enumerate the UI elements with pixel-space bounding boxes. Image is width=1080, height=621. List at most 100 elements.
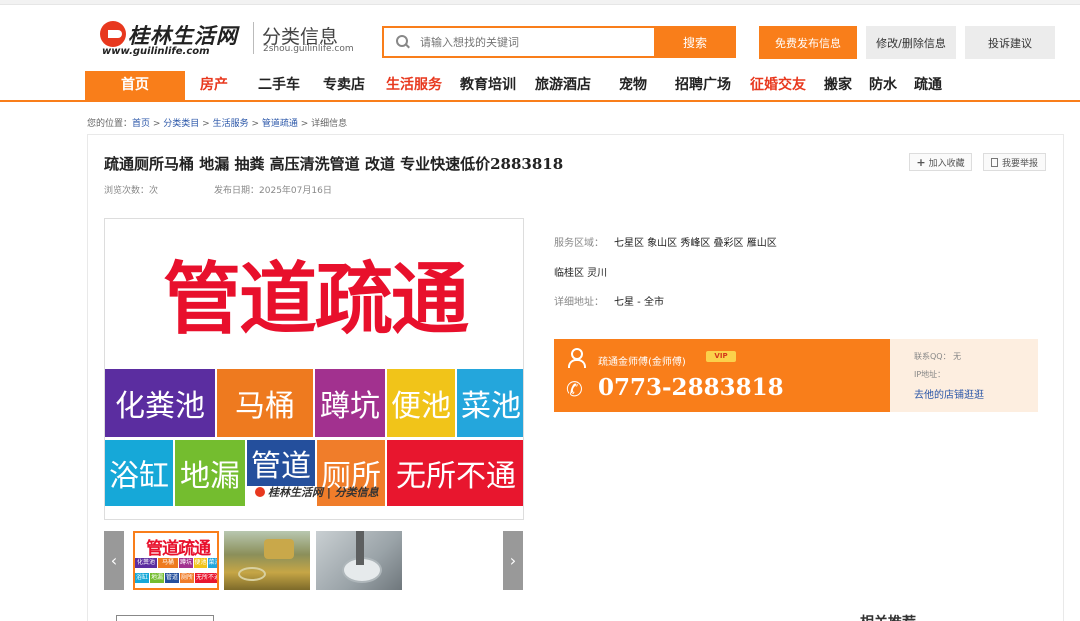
date-value: 2025年07月16日 (259, 186, 332, 196)
contact-name: 疏通金师傅(金师傅) (598, 357, 686, 368)
thumb-mini-tile: 便池 (194, 558, 207, 568)
nav-item-home[interactable]: 首页 (85, 71, 185, 100)
contact-phone[interactable]: 0773-2883818 (598, 374, 784, 401)
main-image[interactable]: 管道疏通 化粪池 马桶 蹲坑 便池 菜池 浴缸 地漏 管道 厕所 无所不通 桂林… (104, 218, 524, 520)
nav-item-realestate[interactable]: 房产 (200, 71, 228, 100)
service-area-label: 服务区域： (554, 238, 604, 249)
nav-item-travel[interactable]: 旅游酒店 (535, 71, 591, 100)
complaint-button[interactable]: 投诉建议 (965, 26, 1055, 59)
breadcrumb-prefix: 您的位置： (87, 119, 133, 129)
ip-label: IP地址： (914, 370, 946, 379)
publish-button[interactable]: 免费发布信息 (759, 26, 857, 59)
qq-row: 联系QQ： 无 (914, 351, 961, 362)
nav-item-dating[interactable]: 征婚交友 (750, 71, 806, 100)
service-area-value-2: 临桂区 灵川 (554, 268, 608, 279)
thumb-mini-tile: 厕所 (180, 573, 194, 583)
plus-icon: + (916, 155, 926, 169)
nav-item-life-service[interactable]: 生活服务 (386, 71, 442, 100)
hose-shape (238, 567, 266, 581)
contact-box: 疏通金师傅(金师傅) VIP ✆ 0773-2883818 (554, 339, 890, 412)
thumb-mini-tile: 浴缸 (135, 573, 149, 583)
nav-item-jobs[interactable]: 招聘广场 (675, 71, 731, 100)
post-title: 疏通厕所马桶 地漏 抽粪 高压清洗管道 改道 专业快速低价2883818 (104, 155, 564, 173)
breadcrumb-life-service[interactable]: 生活服务 (213, 119, 249, 129)
image-headline: 管道疏通 (162, 255, 469, 345)
nav-item-store[interactable]: 专卖店 (323, 71, 365, 100)
service-area-row-2: 临桂区 灵川 (554, 264, 607, 279)
logo-divider (253, 22, 254, 54)
breadcrumb: 您的位置：首页 > 分类类目 > 生活服务 > 管道疏通 > 详细信息 (87, 116, 347, 129)
thumb-prev-button[interactable]: ‹ (104, 531, 124, 590)
logo-domain: www.guilinlife.com (102, 46, 210, 57)
thumbnail-2[interactable] (224, 531, 310, 590)
service-area-value: 七星区 象山区 秀峰区 叠彩区 雁山区 (614, 238, 777, 249)
thumb-mini-tile: 管道 (165, 573, 179, 583)
breadcrumb-current: 详细信息 (311, 119, 348, 129)
thumb-mini-tile: 蹲坑 (179, 558, 193, 568)
breadcrumb-separator: > (297, 119, 312, 129)
thumb-mini-tile: 化粪池 (135, 558, 157, 568)
search-input[interactable] (420, 35, 640, 49)
add-favorite-button[interactable]: + 加入收藏 (909, 153, 972, 171)
qq-value: 无 (953, 352, 962, 361)
thumb-headline: 管道疏通 (146, 539, 211, 559)
breadcrumb-category[interactable]: 分类类目 (163, 119, 199, 129)
nav-item-unclog[interactable]: 疏通 (914, 71, 942, 100)
image-tile: 浴缸 (105, 440, 173, 506)
address-row: 详细地址： 七星 - 全市 (554, 293, 664, 308)
search-button[interactable]: 搜索 (654, 26, 736, 58)
breadcrumb-separator: > (150, 119, 164, 129)
address-value: 七星 - 全市 (614, 297, 664, 308)
thumb-next-button[interactable]: › (503, 531, 523, 590)
thumb-mini-tile: 地漏 (150, 573, 164, 583)
thumb-mini-tile: 菜池 (208, 558, 217, 568)
breadcrumb-pipe-unclog[interactable]: 管道疏通 (262, 119, 298, 129)
thumb-mini-tile: 无所不通 (195, 573, 219, 583)
service-area-row: 服务区域： 七星区 象山区 秀峰区 叠彩区 雁山区 (554, 234, 777, 249)
nav-item-moving[interactable]: 搬家 (824, 71, 852, 100)
thumb-mini-tile: 马桶 (158, 558, 178, 568)
qq-label: 联系QQ： (914, 352, 951, 361)
nav-item-used-car[interactable]: 二手车 (258, 71, 300, 100)
image-watermark: 桂林生活网 | 分类信息 (255, 484, 379, 500)
logo-mark-icon (100, 21, 126, 47)
site-logo[interactable]: 桂林生活网 www.guilinlife.com (100, 18, 250, 57)
favorite-label: 加入收藏 (928, 158, 965, 169)
nav-item-pets[interactable]: 宠物 (619, 71, 647, 100)
shop-link[interactable]: 去他的店铺逛逛 (914, 386, 984, 401)
edit-delete-button[interactable]: 修改/删除信息 (866, 26, 956, 59)
breadcrumb-separator: > (248, 119, 262, 129)
truck-shape (264, 539, 294, 559)
nav-item-waterproof[interactable]: 防水 (869, 71, 897, 100)
search-icon (396, 35, 410, 49)
views-count: 浏览次数：次 (104, 183, 158, 196)
views-suffix: 次 (149, 186, 159, 196)
watermark-text: 桂林生活网 | 分类信息 (268, 486, 379, 499)
search-box (382, 26, 654, 58)
image-tile: 菜池 (457, 369, 523, 437)
bottom-tab[interactable] (116, 615, 214, 621)
thumbnail-3[interactable] (316, 531, 402, 590)
thumbnail-1[interactable]: 管道疏通 化粪池 马桶 蹲坑 便池 菜池 浴缸 地漏 管道 厕所 无所不通 (133, 531, 219, 590)
user-icon (567, 348, 586, 368)
image-tile: 马桶 (217, 369, 313, 437)
publish-date: 发布日期：2025年07月16日 (214, 183, 332, 196)
image-tile: 地漏 (175, 440, 245, 506)
related-title: 相关推荐 (860, 612, 916, 621)
nav-item-education[interactable]: 教育培训 (460, 71, 516, 100)
address-label: 详细地址： (554, 297, 604, 308)
section-domain: 2shou.guilinlife.com (263, 44, 354, 54)
document-icon (990, 157, 998, 167)
report-button[interactable]: 我要举报 (983, 153, 1046, 171)
date-label: 发布日期： (214, 186, 260, 196)
phone-icon: ✆ (566, 377, 583, 401)
image-tile: 便池 (387, 369, 455, 437)
image-tile: 蹲坑 (315, 369, 385, 437)
vip-badge: VIP (706, 351, 736, 362)
image-tile: 管道 (247, 440, 315, 486)
image-tile: 化粪池 (105, 369, 215, 437)
image-tile: 无所不通 (387, 440, 523, 506)
breadcrumb-separator: > (199, 119, 213, 129)
breadcrumb-home[interactable]: 首页 (132, 119, 150, 129)
watermark-logo-icon (255, 487, 265, 497)
